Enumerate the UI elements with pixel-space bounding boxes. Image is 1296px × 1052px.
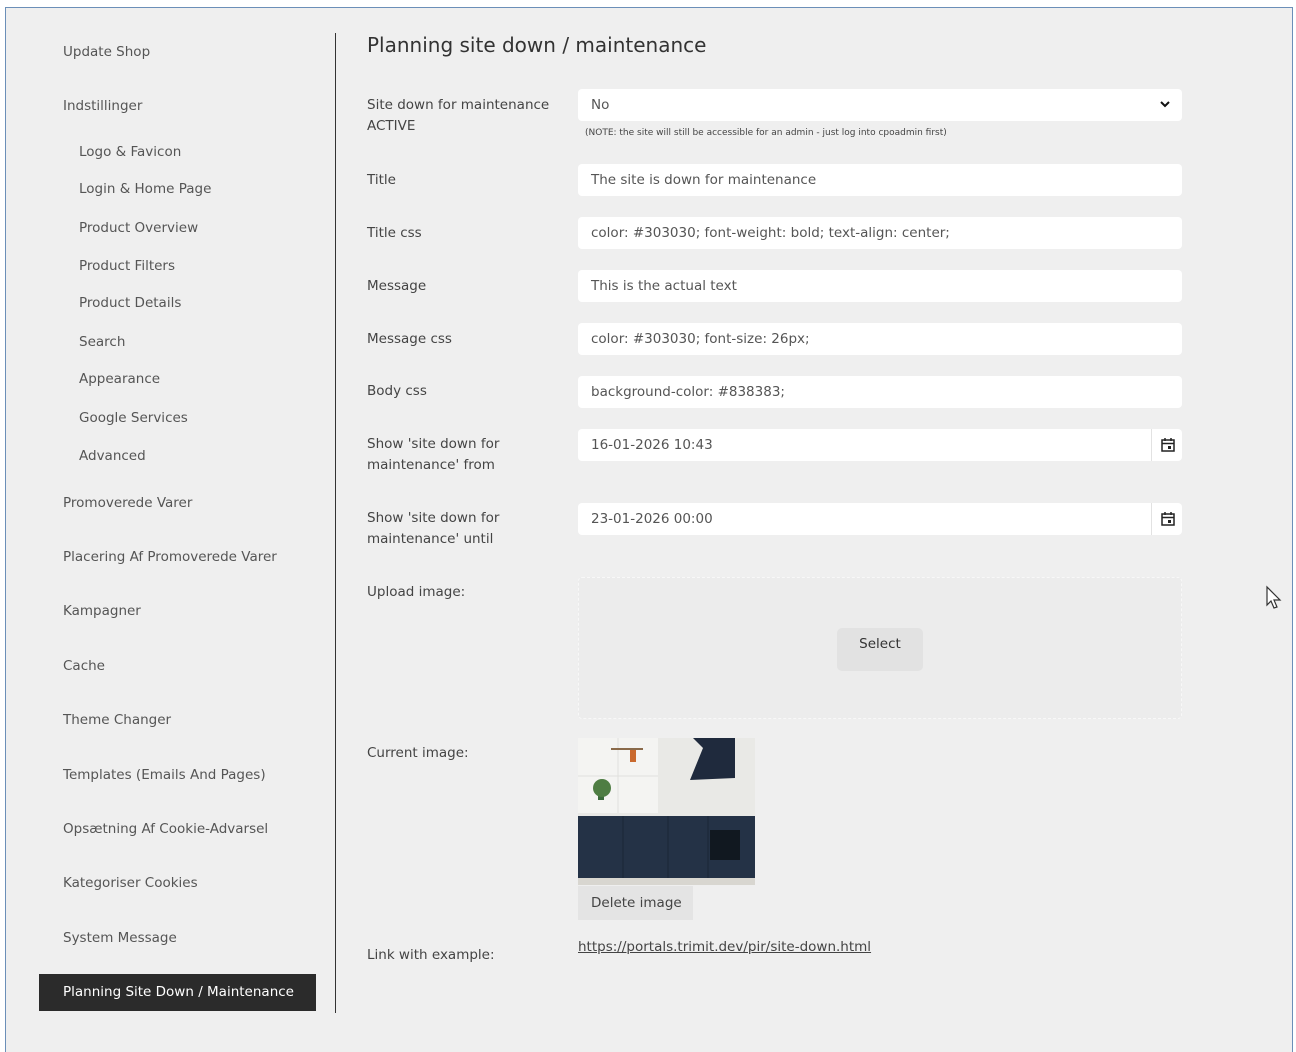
sidebar-item-logo-favicon[interactable]: Logo & Favicon bbox=[79, 144, 181, 160]
app-frame: Update Shop Indstillinger Logo & Favicon… bbox=[5, 7, 1293, 1052]
field-divider bbox=[1151, 429, 1152, 461]
sidebar-item-system-message[interactable]: System Message bbox=[63, 930, 177, 946]
sidebar-item-appearance[interactable]: Appearance bbox=[79, 371, 160, 387]
label-message: Message bbox=[367, 278, 427, 294]
maintenance-active-value: No bbox=[591, 97, 610, 113]
show-from-datetime-input[interactable]: 16-01-2026 10:43 bbox=[578, 429, 1182, 461]
upload-dropzone[interactable]: Select bbox=[578, 577, 1182, 719]
sidebar-item-kampagner[interactable]: Kampagner bbox=[63, 603, 141, 619]
sidebar-item-promoverede-varer[interactable]: Promoverede Varer bbox=[63, 495, 192, 511]
field-divider bbox=[1151, 503, 1152, 535]
current-image-thumbnail bbox=[578, 738, 755, 885]
chevron-down-icon bbox=[1160, 101, 1170, 108]
message-css-input[interactable]: color: #303030; font-size: 26px; bbox=[578, 323, 1182, 355]
sidebar-item-cache[interactable]: Cache bbox=[63, 658, 105, 674]
select-image-button[interactable]: Select bbox=[837, 628, 923, 671]
show-from-value: 16-01-2026 10:43 bbox=[591, 437, 713, 453]
maintenance-note: (NOTE: the site will still be accessible… bbox=[585, 128, 947, 138]
calendar-icon[interactable] bbox=[1160, 437, 1176, 453]
label-upload-image: Upload image: bbox=[367, 584, 466, 600]
message-input[interactable]: This is the actual text bbox=[578, 270, 1182, 302]
sidebar-item-indstillinger[interactable]: Indstillinger bbox=[63, 98, 142, 114]
sidebar-item-theme-changer[interactable]: Theme Changer bbox=[63, 712, 171, 728]
show-until-datetime-input[interactable]: 23-01-2026 00:00 bbox=[578, 503, 1182, 535]
maintenance-active-select[interactable]: No bbox=[578, 89, 1182, 121]
sidebar-item-product-overview[interactable]: Product Overview bbox=[79, 220, 198, 236]
sidebar-item-placering-promoverede-varer[interactable]: Placering Af Promoverede Varer bbox=[63, 549, 277, 565]
sidebar-item-google-services[interactable]: Google Services bbox=[79, 410, 188, 426]
show-until-value: 23-01-2026 00:00 bbox=[591, 511, 713, 527]
title-css-input[interactable]: color: #303030; font-weight: bold; text-… bbox=[578, 217, 1182, 249]
sidebar-item-cookie-advarsel[interactable]: Opsætning Af Cookie-Advarsel bbox=[63, 821, 268, 837]
sidebar-item-search[interactable]: Search bbox=[79, 334, 125, 350]
sidebar-item-templates[interactable]: Templates (Emails And Pages) bbox=[63, 767, 266, 783]
example-link[interactable]: https://portals.trimit.dev/pir/site-down… bbox=[578, 939, 871, 955]
sidebar-item-update-shop[interactable]: Update Shop bbox=[63, 44, 150, 60]
label-current-image: Current image: bbox=[367, 745, 469, 761]
label-show-until: Show 'site down for maintenance' until bbox=[367, 510, 500, 547]
label-message-css: Message css bbox=[367, 331, 452, 347]
sidebar-item-planning-site-down-active[interactable]: Planning Site Down / Maintenance bbox=[39, 974, 316, 1011]
page-title: Planning site down / maintenance bbox=[367, 33, 707, 57]
mouse-cursor-icon bbox=[1266, 585, 1282, 609]
delete-image-button[interactable]: Delete image bbox=[578, 886, 693, 920]
sidebar-item-login-home-page[interactable]: Login & Home Page bbox=[79, 181, 211, 197]
label-link-example: Link with example: bbox=[367, 947, 495, 963]
label-body-css: Body css bbox=[367, 383, 427, 399]
title-input[interactable]: The site is down for maintenance bbox=[578, 164, 1182, 196]
body-css-input[interactable]: background-color: #838383; bbox=[578, 376, 1182, 408]
sidebar-item-product-details[interactable]: Product Details bbox=[79, 295, 181, 311]
kitchen-image bbox=[578, 738, 755, 885]
calendar-icon[interactable] bbox=[1160, 511, 1176, 527]
sidebar-item-product-filters[interactable]: Product Filters bbox=[79, 258, 175, 274]
label-title: Title bbox=[367, 172, 396, 188]
sidebar-item-kategoriser-cookies[interactable]: Kategoriser Cookies bbox=[63, 875, 198, 891]
label-maintenance-active: Site down for maintenance ACTIVE bbox=[367, 97, 550, 134]
sidebar: Update Shop Indstillinger Logo & Favicon… bbox=[6, 33, 336, 1013]
label-title-css: Title css bbox=[367, 225, 422, 241]
label-show-from: Show 'site down for maintenance' from bbox=[367, 436, 500, 473]
sidebar-item-advanced[interactable]: Advanced bbox=[79, 448, 146, 464]
